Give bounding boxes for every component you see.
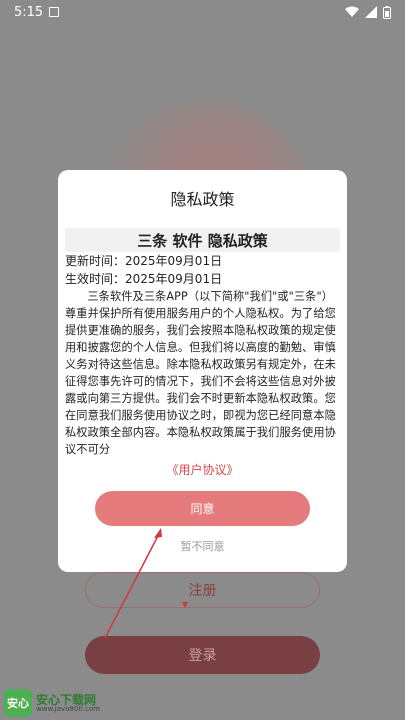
- disagree-button[interactable]: 暂不同意: [58, 538, 347, 554]
- agree-label: 同意: [190, 502, 215, 516]
- user-agreement-link[interactable]: 《用户协议》: [58, 461, 347, 478]
- register-button[interactable]: 注册: [85, 572, 320, 608]
- notification-icon: [49, 7, 60, 17]
- register-label: 注册: [188, 583, 217, 599]
- agree-button[interactable]: 同意: [95, 491, 310, 526]
- status-time: 5:15: [14, 4, 44, 20]
- policy-body: 三条软件及三条APP（以下简称"我们"或"三条"）尊重并保护所有使用服务用户的个…: [65, 290, 336, 456]
- watermark-url: www.java800.com: [36, 704, 100, 713]
- dialog-title: 隐私政策: [170, 190, 235, 209]
- wifi-icon: [345, 6, 359, 17]
- login-button[interactable]: 登录: [85, 636, 320, 674]
- privacy-dialog: 隐私政策 三条 软件 隐私政策 更新时间：2025年09月01日 生效时间：20…: [58, 170, 347, 572]
- battery-icon: [383, 5, 391, 19]
- effective-time: 生效时间：2025年09月01日: [65, 272, 223, 286]
- policy-content[interactable]: 三条 软件 隐私政策 更新时间：2025年09月01日 生效时间：2025年09…: [58, 228, 347, 458]
- status-bar: 5:15: [0, 0, 405, 24]
- watermark-title: 安心下载网: [36, 692, 97, 707]
- watermark: 安心 安心下载网 www.java800.com: [4, 688, 104, 718]
- update-time: 更新时间：2025年09月01日: [65, 254, 223, 268]
- watermark-logo: 安心: [4, 689, 32, 717]
- login-label: 登录: [188, 648, 217, 664]
- signal-icon: [365, 6, 377, 18]
- policy-heading: 三条 软件 隐私政策: [65, 228, 340, 252]
